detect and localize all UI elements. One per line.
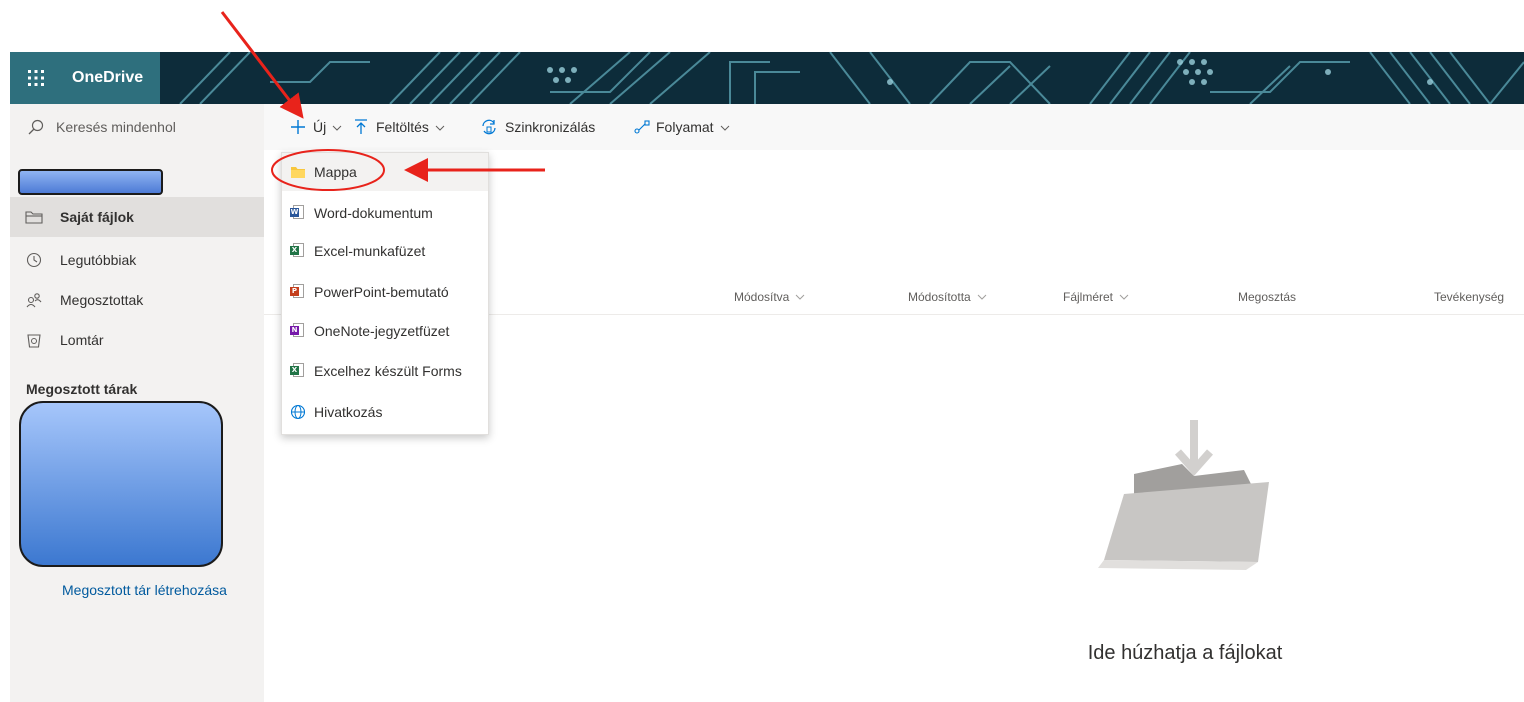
excel-icon: X <box>290 243 306 259</box>
upload-button[interactable]: Feltöltés <box>354 104 445 150</box>
search-placeholder: Keresés mindenhol <box>56 119 176 135</box>
nav-item-my-files[interactable]: Saját fájlok <box>10 197 264 237</box>
column-label: Módosítva <box>734 290 790 304</box>
shared-libraries-list-redacted[interactable] <box>19 401 223 567</box>
nav-item-shared[interactable]: Megosztottak <box>10 280 264 320</box>
nav-item-label: Saját fájlok <box>60 209 134 225</box>
column-modified-by[interactable]: Módosította <box>908 280 987 314</box>
menu-item-onenote[interactable]: N OneNote-jegyzetfüzet <box>282 312 488 350</box>
column-label: Tevékenység <box>1434 290 1505 304</box>
upload-button-label: Feltöltés <box>376 119 429 135</box>
nav-item-recent[interactable]: Legutóbbiak <box>10 240 264 280</box>
flow-icon <box>634 120 650 134</box>
menu-item-powerpoint[interactable]: P PowerPoint-bemutató <box>282 273 488 311</box>
chevron-down-icon <box>720 119 730 135</box>
app-title[interactable]: OneDrive <box>72 52 143 104</box>
flow-button[interactable]: Folyamat <box>634 104 730 150</box>
column-label: Megosztás <box>1238 290 1297 304</box>
menu-item-word[interactable]: W Word-dokumentum <box>282 194 488 232</box>
word-icon: W <box>290 205 306 221</box>
menu-item-excel[interactable]: X Excel-munkafüzet <box>282 232 488 270</box>
suite-header: OneDrive <box>10 52 1524 104</box>
create-shared-library-link[interactable]: Megosztott tár létrehozása <box>62 582 227 598</box>
folder-icon <box>24 210 44 224</box>
chevron-down-icon <box>977 280 987 314</box>
search-icon <box>28 119 44 135</box>
column-modified[interactable]: Módosítva <box>734 280 805 314</box>
app-launcher-icon[interactable] <box>10 52 62 104</box>
recycle-bin-icon <box>24 332 44 348</box>
shared-libraries-heading: Megosztott tárak <box>26 381 138 397</box>
recent-clock-icon <box>24 252 44 268</box>
new-dropdown-menu: Mappa W Word-dokumentum X Excel-munkafüz… <box>281 152 489 435</box>
column-label: Módosította <box>908 290 971 304</box>
sync-button[interactable]: Szinkronizálás <box>480 104 595 150</box>
flow-button-label: Folyamat <box>656 119 714 135</box>
circuit-banner-image <box>10 52 1524 104</box>
menu-item-label: Word-dokumentum <box>314 205 433 221</box>
folder-icon <box>290 164 306 180</box>
menu-item-label: Excelhez készült Forms <box>314 363 462 379</box>
drop-files-hint: Ide húzhatja a fájlokat <box>1087 642 1283 664</box>
column-activity[interactable]: Tevékenység <box>1434 280 1504 314</box>
chevron-down-icon <box>795 280 805 314</box>
menu-item-label: Excel-munkafüzet <box>314 243 426 259</box>
upload-arrow-icon <box>354 119 368 135</box>
command-bar: Új Feltöltés Szinkronizálás Folyamat <box>264 104 1524 150</box>
new-button[interactable]: Új <box>290 104 342 150</box>
user-account-redacted[interactable] <box>18 169 163 195</box>
powerpoint-icon: P <box>290 284 306 300</box>
column-label: Fájlméret <box>1063 290 1114 304</box>
excel-forms-icon: X <box>290 363 306 379</box>
empty-folder-illustration <box>1098 420 1269 570</box>
menu-item-folder[interactable]: Mappa <box>282 153 488 191</box>
chevron-down-icon <box>1119 280 1129 314</box>
left-navigation: Keresés mindenhol Saját fájlok Legutóbbi… <box>10 104 264 702</box>
nav-item-label: Megosztottak <box>60 292 144 308</box>
sync-button-label: Szinkronizálás <box>505 119 596 135</box>
menu-item-label: OneNote-jegyzetfüzet <box>314 323 450 339</box>
menu-item-link[interactable]: Hivatkozás <box>282 393 488 431</box>
new-button-label: Új <box>313 119 327 135</box>
menu-item-label: Mappa <box>314 164 357 180</box>
search-box[interactable]: Keresés mindenhol <box>10 104 264 150</box>
menu-item-label: Hivatkozás <box>314 404 383 420</box>
people-icon <box>24 292 44 308</box>
globe-link-icon <box>290 404 306 420</box>
chevron-down-icon <box>332 119 342 135</box>
nav-item-label: Lomtár <box>60 332 104 348</box>
sync-icon <box>480 118 498 136</box>
menu-item-excel-forms[interactable]: X Excelhez készült Forms <box>282 352 488 390</box>
onenote-icon: N <box>290 323 306 339</box>
menu-item-label: PowerPoint-bemutató <box>314 284 449 300</box>
plus-icon <box>290 119 306 135</box>
nav-item-recycle-bin[interactable]: Lomtár <box>10 320 264 360</box>
column-sharing[interactable]: Megosztás <box>1238 280 1296 314</box>
chevron-down-icon <box>435 119 445 135</box>
nav-item-label: Legutóbbiak <box>60 252 137 268</box>
column-file-size[interactable]: Fájlméret <box>1063 280 1129 314</box>
